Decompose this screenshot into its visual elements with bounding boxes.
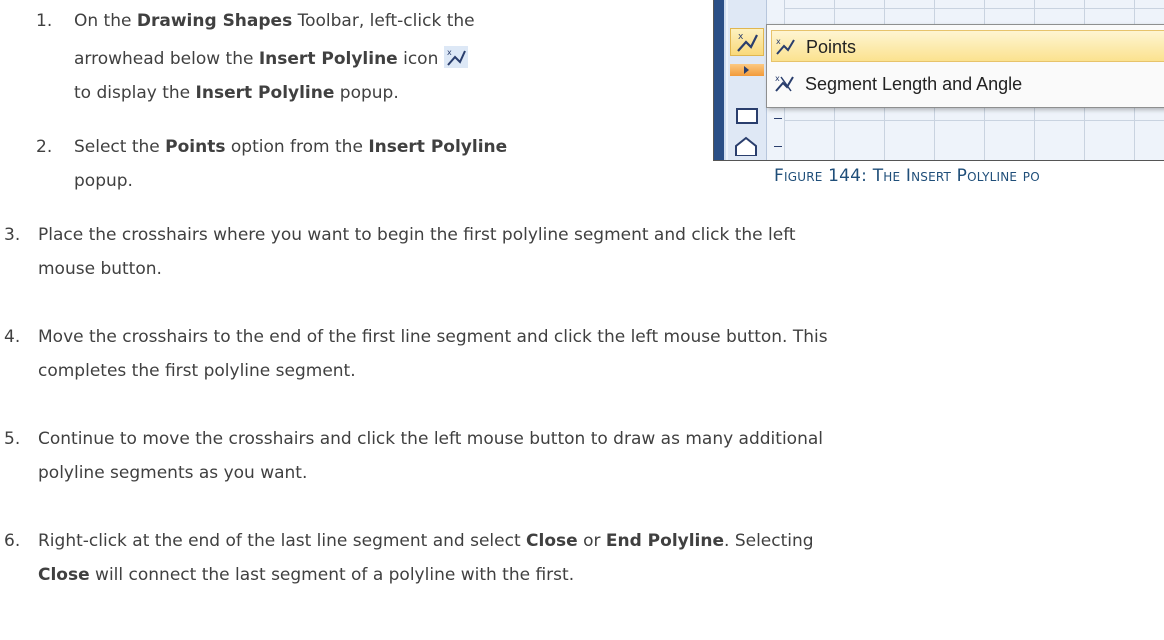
step-text-line: Select the Points option from the Insert… [74,137,508,157]
rectangle-icon[interactable] [736,108,758,124]
ruler-mark [774,146,782,147]
step-text-line: completes the first polyline segment. [38,361,356,381]
step-4: 4. Move the crosshairs to the end of the… [4,320,1164,390]
step-text-line: popup. [74,171,133,191]
step-text-line: Continue to move the crosshairs and clic… [38,429,823,449]
step-text-line: arrowhead below the Insert Polyline icon… [74,42,475,76]
step-1: 1. On the Drawing Shapes Toolbar, left-c… [36,4,696,114]
step-text-line: Move the crosshairs to the end of the fi… [38,327,828,347]
step-3: 3. Place the crosshairs where you want t… [4,218,1154,288]
grid-line [784,8,1164,9]
step-text-line: Place the crosshairs where you want to b… [38,225,796,245]
step-text-line: to display the Insert Polyline popup. [74,83,399,103]
step-number: 6. [4,531,21,551]
ruler-mark [774,118,782,119]
popup-item-label: Segment Length and Angle [805,74,1023,94]
insert-polyline-popup: x Points x Segment Length and Angle [766,24,1164,108]
step-number: 3. [4,225,21,245]
polyline-points-icon: x [444,46,469,68]
step-5: 5. Continue to move the crosshairs and c… [4,422,1154,492]
step-text-line: polyline segments as you want. [38,463,308,483]
step-text-line: mouse button. [38,259,162,279]
window-border-inner [724,0,726,160]
insert-polyline-popup-figure: x x Points x Segment Length and Angle [713,0,1164,161]
svg-text:x: x [775,74,780,83]
step-text-line: On the Drawing Shapes Toolbar, left-clic… [74,11,475,31]
polyline-points-icon: x [776,37,795,55]
svg-text:x: x [738,32,744,42]
step-6: 6. Right-click at the end of the last li… [4,524,1154,594]
figure-caption: Figure 144: The Insert Polyline po [774,166,1040,186]
step-number: 5. [4,429,21,449]
popup-item-segment-length-and-angle[interactable]: x Segment Length and Angle [771,68,1164,100]
popup-item-points[interactable]: x Points [771,30,1164,62]
window-border [714,0,724,160]
pentagon-icon[interactable] [734,136,758,156]
polyline-points-icon: x [737,32,758,52]
step-text-line: Right-click at the end of the last line … [38,531,814,551]
step-number: 4. [4,327,21,347]
svg-text:x: x [447,48,452,57]
step-2: 2. Select the Points option from the Ins… [36,130,696,200]
popup-item-label: Points [806,37,857,57]
insert-polyline-button[interactable]: x [730,28,764,56]
step-text-line: Close will connect the last segment of a… [38,565,575,585]
step-number: 1. [36,11,53,31]
svg-text:x: x [776,37,781,46]
polyline-segment-icon: x [775,74,794,92]
step-number: 2. [36,137,53,157]
dropdown-arrow-icon [744,66,749,74]
grid-line [784,120,1164,121]
